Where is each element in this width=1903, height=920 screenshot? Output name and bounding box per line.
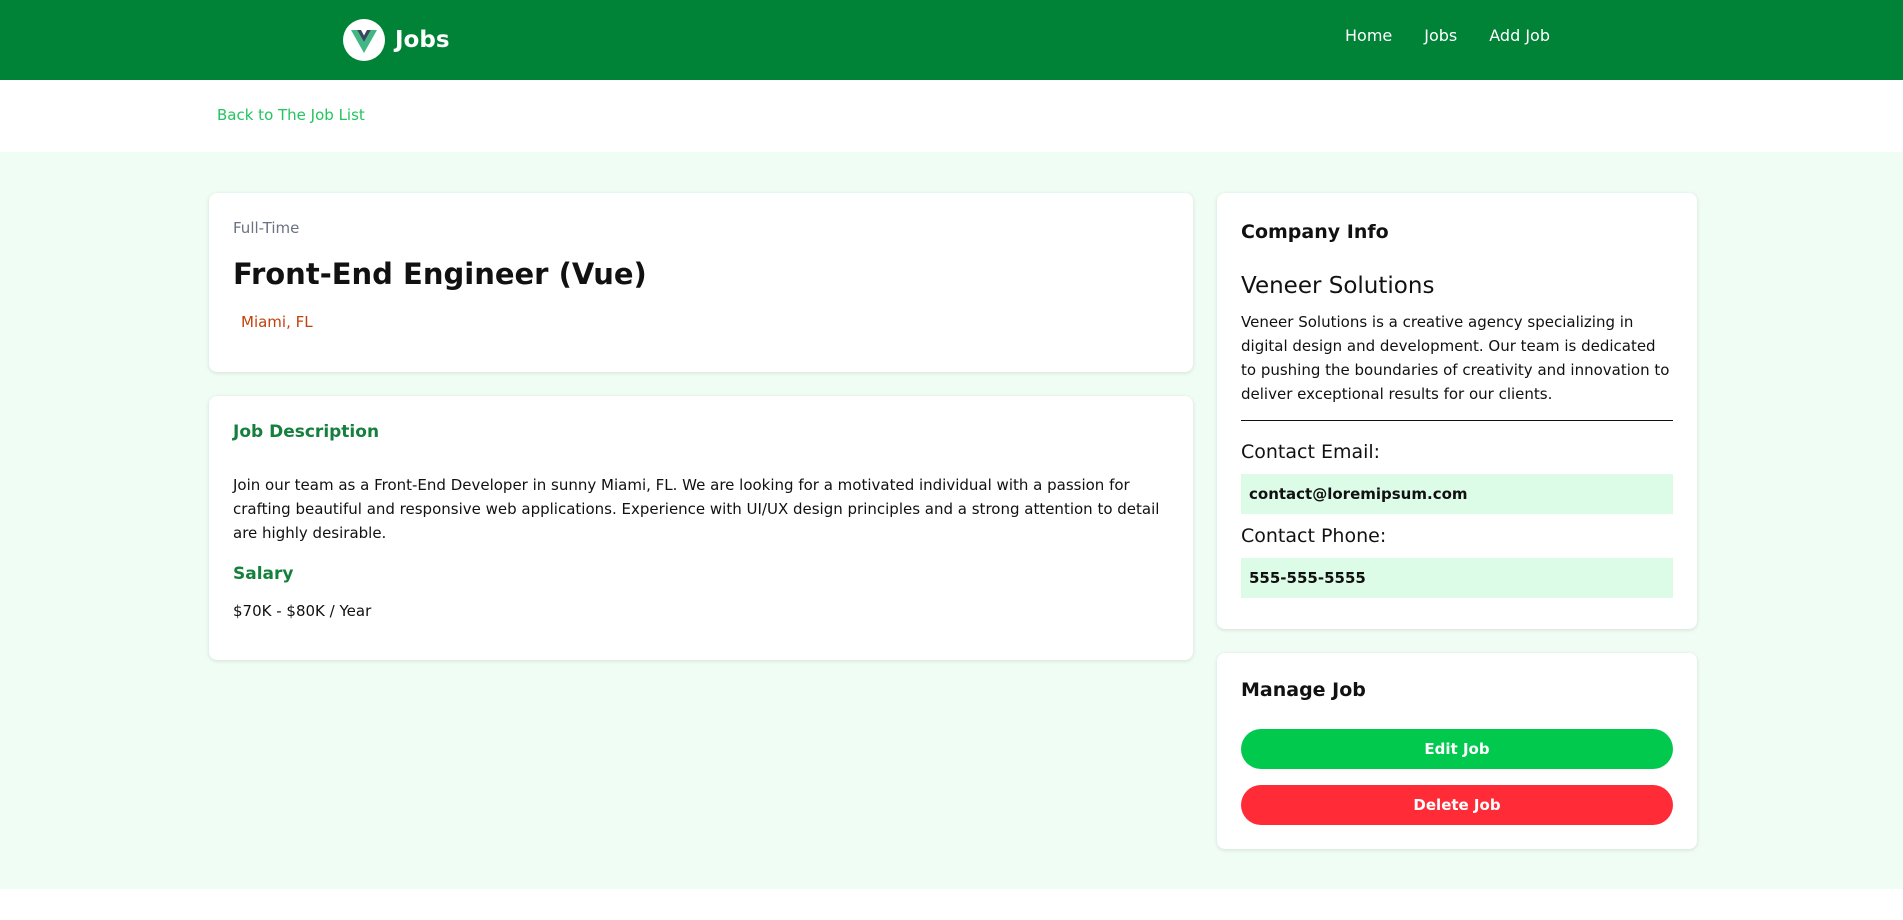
- contact-email-value: contact@loremipsum.com: [1241, 474, 1673, 514]
- back-to-job-list-link[interactable]: Back to The Job List: [217, 106, 365, 124]
- manage-job-heading: Manage Job: [1241, 679, 1366, 701]
- company-info-card: Company Info Veneer Solutions Veneer Sol…: [1217, 193, 1697, 629]
- nav-link-jobs[interactable]: Jobs: [1424, 26, 1457, 45]
- job-title: Front-End Engineer (Vue): [233, 257, 647, 291]
- edit-job-button[interactable]: Edit Job: [1241, 729, 1673, 769]
- company-description: Veneer Solutions is a creative agency sp…: [1241, 313, 1670, 403]
- manage-job-card: Manage Job Edit Job Delete Job: [1217, 653, 1697, 849]
- vue-logo-icon: [343, 19, 385, 61]
- job-type: Full-Time: [233, 219, 300, 237]
- job-header-card: Full-Time Front-End Engineer (Vue) Miami…: [209, 193, 1193, 372]
- salary-value: $70K - $80K / Year: [233, 602, 372, 620]
- delete-job-button[interactable]: Delete Job: [1241, 785, 1673, 825]
- back-link-section: Back to The Job List: [0, 80, 1903, 152]
- contact-phone-value: 555-555-5555: [1241, 558, 1673, 598]
- navbar: Jobs Home Jobs Add Job: [0, 0, 1903, 80]
- job-location: Miami, FL: [241, 313, 313, 331]
- nav-link-add-job[interactable]: Add Job: [1489, 26, 1550, 45]
- job-description-card: Job Description Join our team as a Front…: [209, 396, 1193, 660]
- nav-links: Home Jobs Add Job: [1345, 26, 1550, 45]
- job-detail-main: Full-Time Front-End Engineer (Vue) Miami…: [0, 152, 1903, 889]
- job-description-text: Join our team as a Front-End Developer i…: [233, 476, 1160, 542]
- contact-email-label: Contact Email:: [1241, 441, 1381, 463]
- contact-phone-label: Contact Phone:: [1241, 525, 1387, 547]
- nav-link-home[interactable]: Home: [1345, 26, 1392, 45]
- brand-link[interactable]: Jobs: [343, 19, 450, 61]
- company-divider: [1241, 420, 1673, 421]
- salary-heading: Salary: [233, 564, 294, 584]
- job-description-heading: Job Description: [233, 422, 380, 442]
- job-location-text: Miami, FL: [241, 313, 313, 331]
- company-info-heading: Company Info: [1241, 221, 1389, 243]
- company-name: Veneer Solutions: [1241, 273, 1435, 299]
- brand-title: Jobs: [395, 27, 450, 53]
